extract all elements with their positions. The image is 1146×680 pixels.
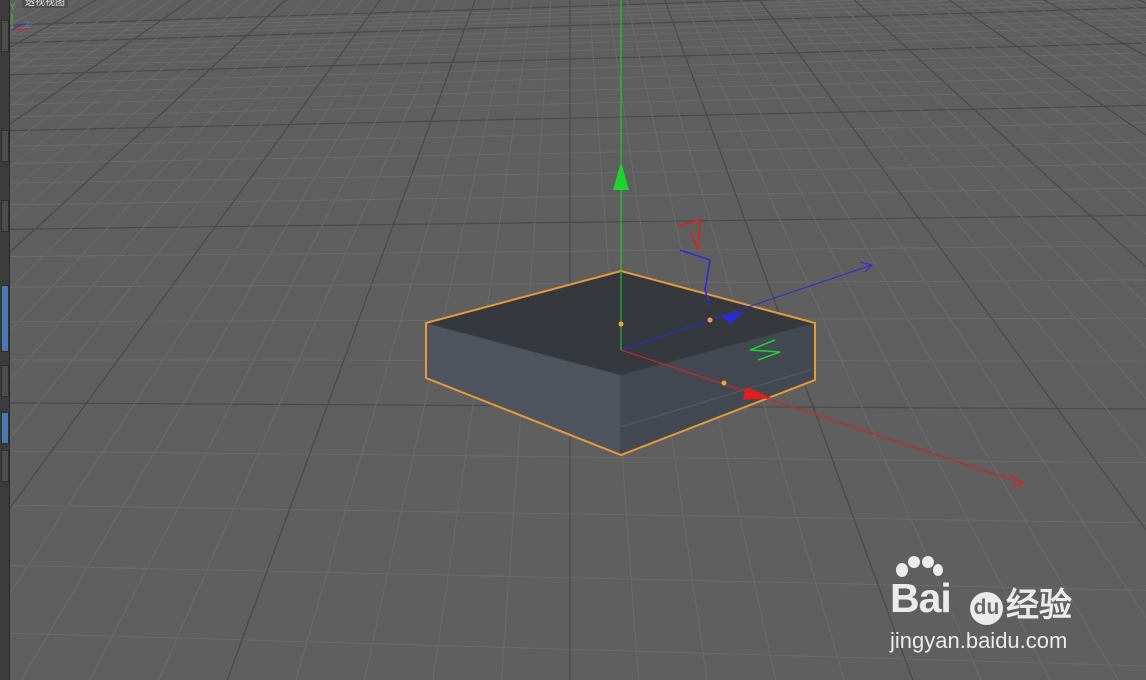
grid-line <box>10 0 362 439</box>
grid-line <box>10 504 1146 524</box>
grid-line <box>10 0 400 595</box>
toolbar-button-active[interactable] <box>1 412 9 444</box>
grid-line <box>1137 0 1146 4</box>
rotate-handle-x <box>677 218 701 251</box>
grid-line <box>10 245 1146 257</box>
grid-line <box>10 163 1146 184</box>
toolbar-button[interactable] <box>1 20 9 52</box>
grid-line <box>10 0 154 90</box>
left-toolbar <box>0 0 10 680</box>
grid-line <box>10 0 287 253</box>
axis-label-z: Z <box>24 21 30 31</box>
world-axes-indicator: Y Z <box>10 3 30 31</box>
grid-line <box>10 0 24 680</box>
grid-line <box>10 187 1146 206</box>
grid-line <box>10 0 78 36</box>
baidu-watermark: Bai du 经验 jingyan.baidu.com <box>890 556 1096 658</box>
app-window: 透视视图 Y Z Bai du 经验 jingyan.baidu.com <box>0 0 1146 680</box>
toolbar-button-active[interactable] <box>1 285 9 352</box>
grid-line <box>89 0 438 680</box>
pivot-point <box>618 321 624 327</box>
grid-line <box>10 0 325 332</box>
pivot-point <box>721 380 727 386</box>
grid-line <box>10 0 249 193</box>
axis-label-y: Y <box>10 3 16 13</box>
grid-line <box>10 122 1146 147</box>
toolbar-button[interactable] <box>1 450 9 482</box>
grid-line <box>10 42 1146 76</box>
pivot-point <box>707 317 713 323</box>
toolbar-button[interactable] <box>1 365 9 397</box>
grid-line <box>21 0 419 680</box>
grid-line <box>10 0 41 15</box>
watermark-url: jingyan.baidu.com <box>890 628 1068 653</box>
grid-line <box>10 214 1146 230</box>
grid-line <box>10 0 22 6</box>
grid-line <box>10 0 306 290</box>
toolbar-button[interactable] <box>1 200 9 232</box>
toolbar-button[interactable] <box>1 130 9 162</box>
grid-line <box>10 0 268 221</box>
grid-line <box>10 0 135 75</box>
watermark-jingyan: 经验 <box>1006 585 1072 624</box>
watermark-bai: Bai <box>890 575 952 621</box>
watermark-du: du <box>970 592 1003 625</box>
axis-y-arrow <box>613 162 629 190</box>
grid-line <box>1134 0 1146 680</box>
perspective-viewport[interactable]: 透视视图 Y Z Bai du 经验 jingyan.baidu.com <box>10 0 1146 680</box>
grid-line <box>10 12 1146 49</box>
grid-line <box>10 0 344 381</box>
grid-line <box>10 450 1146 464</box>
grid-line <box>10 89 1146 118</box>
grid-line <box>10 141 1146 164</box>
grid-line <box>10 104 1146 132</box>
grid-line <box>10 0 382 510</box>
